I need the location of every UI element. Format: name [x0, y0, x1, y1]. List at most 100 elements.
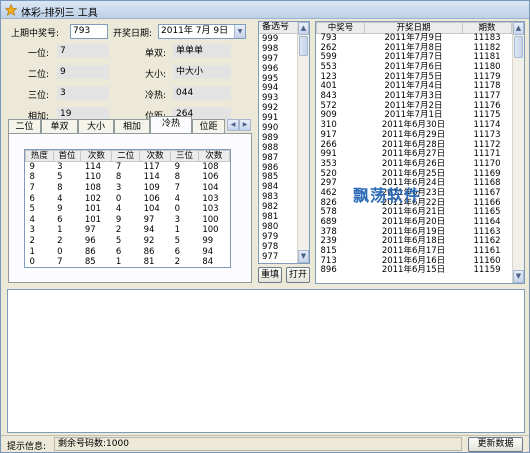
candidate-item[interactable]: 998 [259, 44, 297, 54]
candidate-item[interactable]: 995 [259, 74, 297, 84]
heat-table-row[interactable]: 0 7 85 1 81 2 84 [26, 257, 230, 268]
heat-cell: 2 [174, 257, 181, 268]
last-number-input[interactable]: 793 [70, 24, 108, 39]
status-field: 剩余号码数:1000 [54, 437, 462, 451]
main-window: 体彩-排列三 工具 上期中奖号: 793 开奖日期: 2011年 7月 9日 ▼… [0, 0, 530, 453]
heat-table-body: 9 3 114 7 117 9 108 8 5 110 8 114 8 106 7 8 108 3 109 7 104 6… [26, 162, 230, 268]
heat-col-header[interactable]: 二位 [111, 150, 141, 162]
tab-odd-even[interactable]: 单双 [41, 119, 78, 134]
candidate-item[interactable]: 978 [259, 242, 297, 252]
heat-table-row[interactable]: 3 1 97 2 94 1 100 [26, 225, 230, 236]
heat-table-row[interactable]: 9 3 114 7 117 9 108 [26, 162, 230, 173]
candidate-item[interactable]: 983 [259, 192, 297, 202]
tab-distance[interactable]: 位距 [192, 119, 225, 134]
candidate-item[interactable]: 981 [259, 212, 297, 222]
candidate-item[interactable]: 993 [259, 93, 297, 103]
history-col-header[interactable]: 开奖日期 [364, 22, 463, 34]
tab-size[interactable]: 大小 [78, 119, 114, 134]
tab-second-position[interactable]: 二位 [8, 119, 41, 134]
heat-col-header[interactable]: 次数 [139, 150, 172, 162]
heat-table-row[interactable]: 7 8 108 3 109 7 104 [26, 183, 230, 194]
heat-cell: 7 [174, 182, 181, 193]
history-cell: 11159 [473, 265, 501, 276]
history-scrollbar[interactable]: ▲ ▼ [512, 22, 524, 283]
candidate-item[interactable]: 992 [259, 103, 297, 113]
tab-hot-cold[interactable]: 冷热 [150, 116, 192, 134]
candidate-item[interactable]: 994 [259, 83, 297, 94]
heat-cell: 3 [57, 162, 63, 173]
scroll-down-icon[interactable]: ▼ [298, 250, 309, 263]
heat-cell: 101 [84, 204, 102, 215]
heat-cell: 103 [202, 204, 219, 215]
tab-scroll-left-icon[interactable]: ◀ [227, 119, 239, 131]
heat-cell: 117 [143, 162, 160, 173]
heat-cell: 106 [202, 172, 219, 183]
chevron-down-icon[interactable]: ▼ [234, 25, 245, 38]
heat-cell: 4 [174, 193, 181, 204]
heat-cell: 8 [115, 172, 122, 183]
history-table-body: 793 2011年7月9日 11183 262 2011年7月8日 11182 599 201… [317, 33, 512, 277]
candidate-item[interactable]: 990 [259, 123, 297, 133]
draw-date-picker[interactable]: 2011年 7月 9日 ▼ [158, 24, 246, 39]
candidate-item[interactable]: 985 [259, 172, 297, 183]
heat-cell: 9 [29, 162, 35, 173]
heat-col-header[interactable]: 次数 [80, 150, 113, 162]
heat-cell: 92 [143, 235, 155, 246]
history-col-header[interactable]: 中奖号 [316, 22, 365, 34]
history-col-header[interactable]: 期数 [462, 22, 512, 34]
candidate-item[interactable]: 988 [259, 143, 297, 153]
heat-cell: 114 [84, 162, 102, 173]
candidate-item[interactable]: 987 [259, 153, 297, 163]
tab-sum[interactable]: 相加 [114, 119, 150, 134]
candidate-item[interactable]: 982 [259, 202, 297, 212]
app-star-icon [5, 4, 17, 16]
scroll-up-icon[interactable]: ▲ [513, 22, 524, 35]
heat-cell: 1 [29, 246, 35, 257]
history-row[interactable]: 896 2011年6月15日 11159 [317, 266, 512, 276]
candidate-item[interactable]: 977 [259, 252, 297, 262]
heat-table-row[interactable]: 6 4 102 0 106 4 103 [26, 193, 230, 204]
open-button[interactable]: 打开 [286, 267, 310, 283]
heat-cell: 7 [57, 257, 63, 268]
heat-table-row[interactable]: 8 5 110 8 114 8 106 [26, 172, 230, 183]
heat-table-row[interactable]: 2 2 96 5 92 5 99 [26, 236, 230, 247]
draw-date-label: 开奖日期: [113, 29, 153, 39]
update-data-button[interactable]: 更新数据 [468, 437, 523, 452]
history-table-header: 中奖号 开奖日期 期数 [316, 22, 512, 34]
refill-button[interactable]: 重填 [258, 267, 282, 283]
candidate-list[interactable]: 备选号 999 998 997 996 995 994 993 992 991 990 989 988… [258, 21, 310, 264]
scroll-thumb[interactable] [299, 36, 308, 56]
candidate-item[interactable]: 986 [259, 163, 297, 173]
tab-scroll-right-icon[interactable]: ▶ [239, 119, 251, 131]
heat-cell: 0 [29, 257, 35, 268]
candidate-item[interactable]: 991 [259, 113, 297, 123]
size-label: 大小: [145, 70, 167, 80]
heat-cell: 94 [143, 225, 155, 236]
candidate-item[interactable]: 979 [259, 232, 297, 242]
heat-table-row[interactable]: 5 9 101 4 104 0 103 [26, 204, 230, 215]
output-textarea[interactable] [7, 289, 525, 433]
heat-table-row[interactable]: 1 0 86 6 86 6 94 [26, 246, 230, 257]
heat-col-header[interactable]: 次数 [197, 150, 230, 162]
heat-col-header[interactable]: 热度 [25, 150, 54, 162]
heat-table-row[interactable]: 4 6 101 9 97 3 100 [26, 214, 230, 225]
candidate-item[interactable]: 996 [259, 64, 297, 74]
candidate-scrollbar[interactable]: ▲ ▼ [297, 22, 309, 263]
scroll-up-icon[interactable]: ▲ [298, 22, 309, 35]
history-cell: 896 [320, 265, 337, 276]
candidate-item[interactable]: 980 [259, 222, 297, 232]
candidate-item[interactable]: 999 [259, 34, 297, 44]
heat-cell: 81 [143, 257, 155, 268]
history-table: 中奖号 开奖日期 期数 793 2011年7月9日 11183 262 2011年7月8日 1… [316, 22, 512, 276]
heat-cell: 9 [115, 214, 122, 225]
scroll-thumb[interactable] [514, 36, 523, 58]
heat-cell: 94 [202, 246, 214, 257]
candidate-item[interactable]: 997 [259, 54, 297, 64]
heat-col-header[interactable]: 三位 [170, 150, 199, 162]
scroll-down-icon[interactable]: ▼ [513, 270, 524, 283]
history-list[interactable]: 中奖号 开奖日期 期数 793 2011年7月9日 11183 262 2011年7月8日 1… [315, 21, 525, 284]
heat-cell: 4 [115, 204, 122, 215]
heat-col-header[interactable]: 首位 [52, 150, 82, 162]
candidate-item[interactable]: 984 [259, 182, 297, 192]
candidate-item[interactable]: 989 [259, 133, 297, 143]
